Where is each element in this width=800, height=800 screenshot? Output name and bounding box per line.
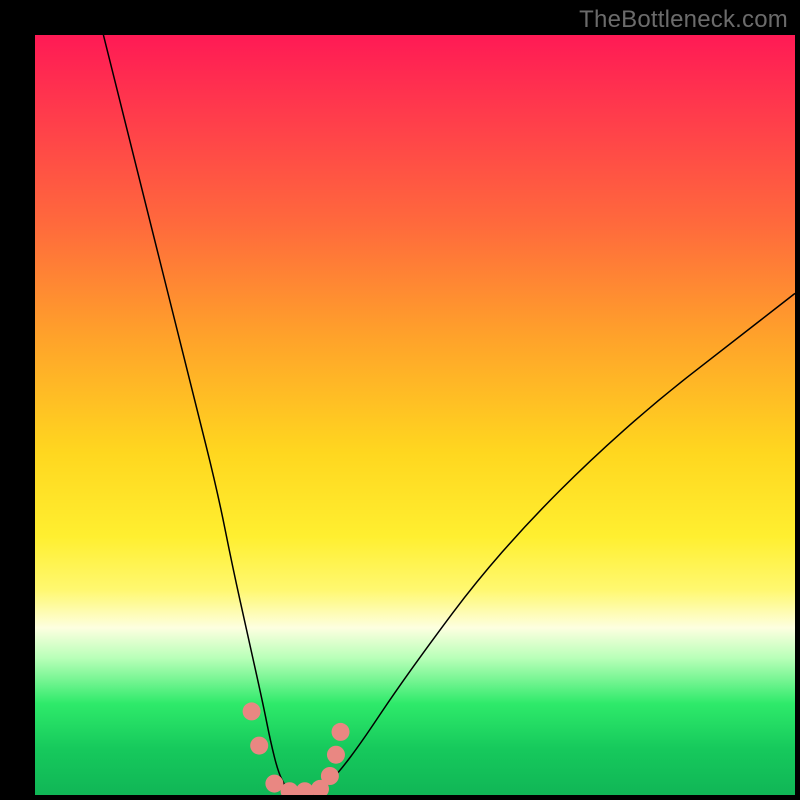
trough-markers	[243, 702, 350, 795]
trough-marker-dot	[243, 702, 261, 720]
v-curve-path	[103, 35, 795, 795]
trough-marker-dot	[250, 737, 268, 755]
chart-frame: TheBottleneck.com	[0, 0, 800, 800]
trough-marker-dot	[327, 746, 345, 764]
trough-marker-dot	[321, 767, 339, 785]
trough-marker-dot	[332, 723, 350, 741]
v-curve	[103, 35, 795, 795]
chart-svg	[35, 35, 795, 795]
watermark-label: TheBottleneck.com	[579, 6, 788, 34]
plot-area	[35, 35, 795, 795]
